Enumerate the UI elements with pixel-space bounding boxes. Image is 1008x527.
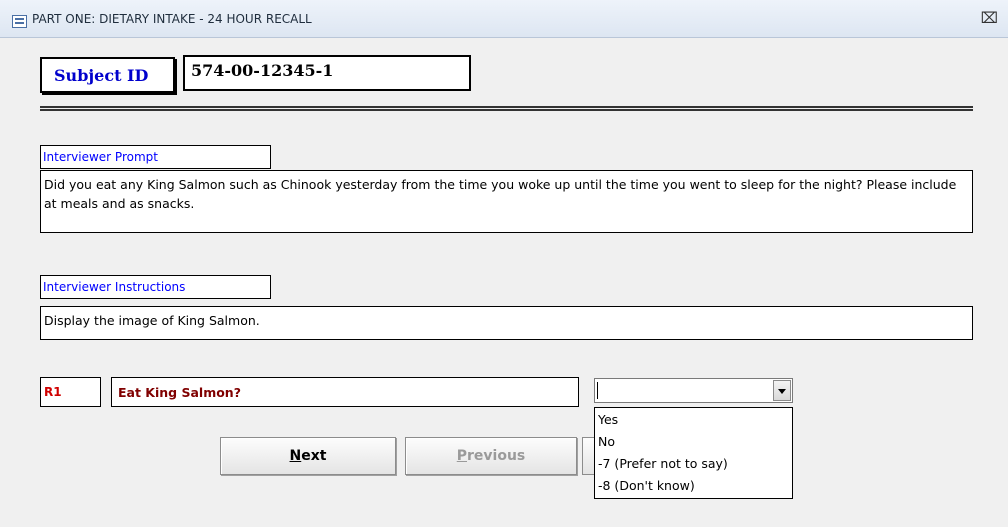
subject-id-label: Subject ID	[40, 57, 175, 93]
response-dropdown-list: Yes No -7 (Prefer not to say) -8 (Don't …	[594, 407, 793, 499]
text-caret	[597, 382, 598, 399]
form-icon	[12, 15, 27, 28]
interviewer-prompt-label-text: Interviewer Prompt	[43, 150, 158, 164]
previous-button-label: Previous	[456, 448, 526, 464]
previous-button[interactable]: Previous	[405, 437, 577, 475]
response-combobox[interactable]	[594, 378, 793, 403]
dropdown-option-prefer-not-to-say[interactable]: -7 (Prefer not to say)	[598, 456, 728, 471]
subject-id-label-text: Subject ID	[54, 66, 149, 85]
response-question-text: Eat King Salmon?	[118, 385, 241, 400]
next-button[interactable]: Next	[220, 437, 396, 475]
interviewer-instructions-text: Display the image of King Salmon.	[44, 313, 260, 328]
interviewer-prompt-label: Interviewer Prompt	[40, 145, 271, 169]
chevron-down-icon[interactable]	[773, 380, 791, 401]
interviewer-prompt-box: Did you eat any King Salmon such as Chin…	[40, 170, 973, 233]
interviewer-prompt-text: Did you eat any King Salmon such as Chin…	[44, 177, 957, 211]
dropdown-option-yes[interactable]: Yes	[598, 412, 618, 427]
next-button-label: Next	[289, 448, 327, 464]
section-divider	[40, 106, 973, 111]
response-code-label: R1	[40, 377, 101, 407]
window-titlebar: PART ONE: DIETARY INTAKE - 24 HOUR RECAL…	[0, 0, 1008, 38]
hidden-button-edge	[582, 437, 594, 475]
window-title: PART ONE: DIETARY INTAKE - 24 HOUR RECAL…	[32, 12, 312, 26]
dropdown-option-dont-know[interactable]: -8 (Don't know)	[598, 478, 695, 493]
response-question-label: Eat King Salmon?	[111, 377, 579, 407]
interviewer-instructions-label-text: Interviewer Instructions	[43, 280, 186, 294]
response-code-text: R1	[44, 385, 62, 399]
dropdown-option-no[interactable]: No	[598, 434, 615, 449]
subject-id-field[interactable]: 574-00-12345-1	[183, 55, 471, 91]
interviewer-instructions-label: Interviewer Instructions	[40, 275, 271, 299]
subject-id-value: 574-00-12345-1	[191, 61, 334, 80]
interviewer-instructions-box: Display the image of King Salmon.	[40, 306, 973, 340]
close-icon[interactable]: ⌧	[981, 9, 998, 27]
